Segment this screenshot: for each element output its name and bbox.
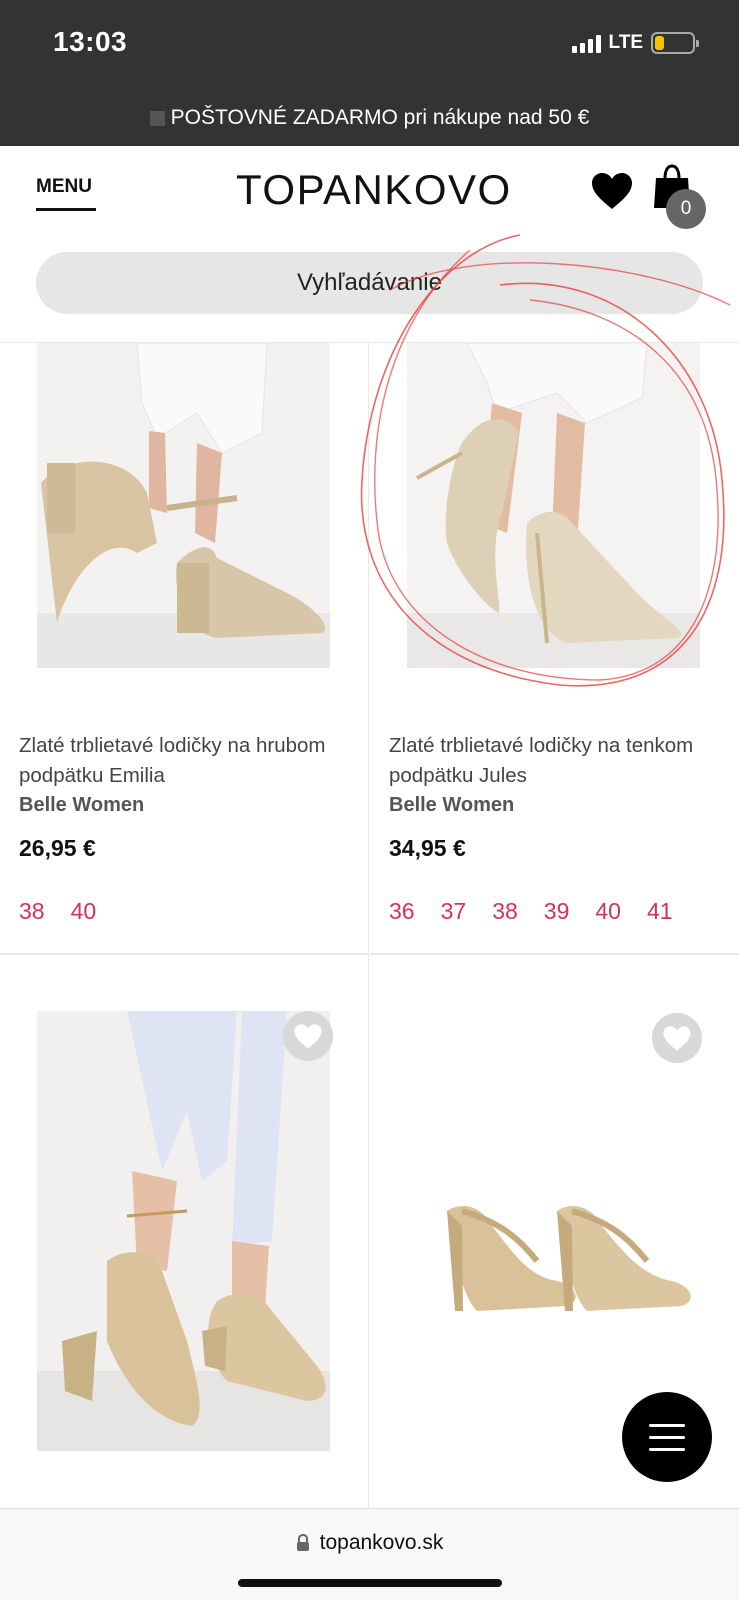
product-brand: Belle Women [19, 794, 145, 816]
search-placeholder: Vyhľadávanie [297, 269, 442, 296]
site-header: MENU TOPANKOVO 0 [0, 146, 739, 246]
size-option[interactable]: 40 [71, 898, 97, 925]
size-option[interactable]: 40 [595, 898, 621, 925]
size-option[interactable]: 37 [441, 898, 467, 925]
promo-icon [149, 110, 165, 126]
size-list: 36 37 38 39 40 41 [389, 898, 673, 925]
cart-count-badge[interactable]: 0 [666, 189, 706, 229]
lock-icon [296, 1534, 309, 1551]
wishlist-button[interactable] [283, 1011, 333, 1061]
product-card[interactable]: Zlaté trblietavé lodičky na tenkom podpä… [370, 342, 739, 954]
product-price: 26,95 € [19, 835, 96, 861]
product-grid: Zlaté trblietavé lodičky na hrubom podpä… [0, 342, 739, 1509]
product-card[interactable] [0, 954, 369, 1509]
promo-text: POŠTOVNÉ ZADARMO pri nákupe nad 50 € [170, 106, 590, 129]
status-bar: 13:03 LTE [0, 0, 739, 90]
product-price: 34,95 € [389, 835, 466, 861]
product-name[interactable]: Zlaté trblietavé lodičky na hrubom podpä… [19, 731, 359, 791]
heart-icon [663, 1025, 691, 1051]
battery-icon [651, 32, 699, 54]
home-indicator[interactable] [238, 1579, 502, 1587]
product-image[interactable] [37, 1011, 330, 1451]
url-domain: topankovo.sk [319, 1531, 444, 1554]
product-brand: Belle Women [389, 794, 515, 816]
menu-button[interactable]: MENU [36, 176, 96, 211]
browser-url-bar[interactable]: topankovo.sk [0, 1508, 739, 1600]
size-list: 38 40 [19, 898, 96, 925]
size-option[interactable]: 41 [647, 898, 673, 925]
product-card[interactable]: Zlaté trblietavé lodičky na hrubom podpä… [0, 342, 369, 954]
size-option[interactable]: 39 [544, 898, 570, 925]
size-option[interactable]: 38 [492, 898, 518, 925]
floating-menu-button[interactable] [622, 1392, 712, 1482]
product-image[interactable] [407, 343, 700, 668]
product-image[interactable] [407, 1011, 700, 1451]
status-indicators: LTE [571, 32, 699, 54]
signal-icon [571, 33, 601, 53]
size-option[interactable]: 38 [19, 898, 45, 925]
heart-icon [294, 1023, 322, 1049]
status-time: 13:03 [53, 26, 128, 57]
promo-banner: POŠTOVNÉ ZADARMO pri nákupe nad 50 € [0, 90, 739, 146]
wishlist-button[interactable] [652, 1013, 702, 1063]
url-display[interactable]: topankovo.sk [0, 1531, 739, 1555]
product-name[interactable]: Zlaté trblietavé lodičky na tenkom podpä… [389, 731, 729, 791]
product-image[interactable] [37, 343, 330, 668]
heart-icon[interactable] [590, 171, 634, 211]
size-option[interactable]: 36 [389, 898, 415, 925]
network-label: LTE [608, 32, 643, 53]
site-logo[interactable]: TOPANKOVO [236, 166, 512, 214]
search-input[interactable]: Vyhľadávanie [36, 252, 703, 314]
